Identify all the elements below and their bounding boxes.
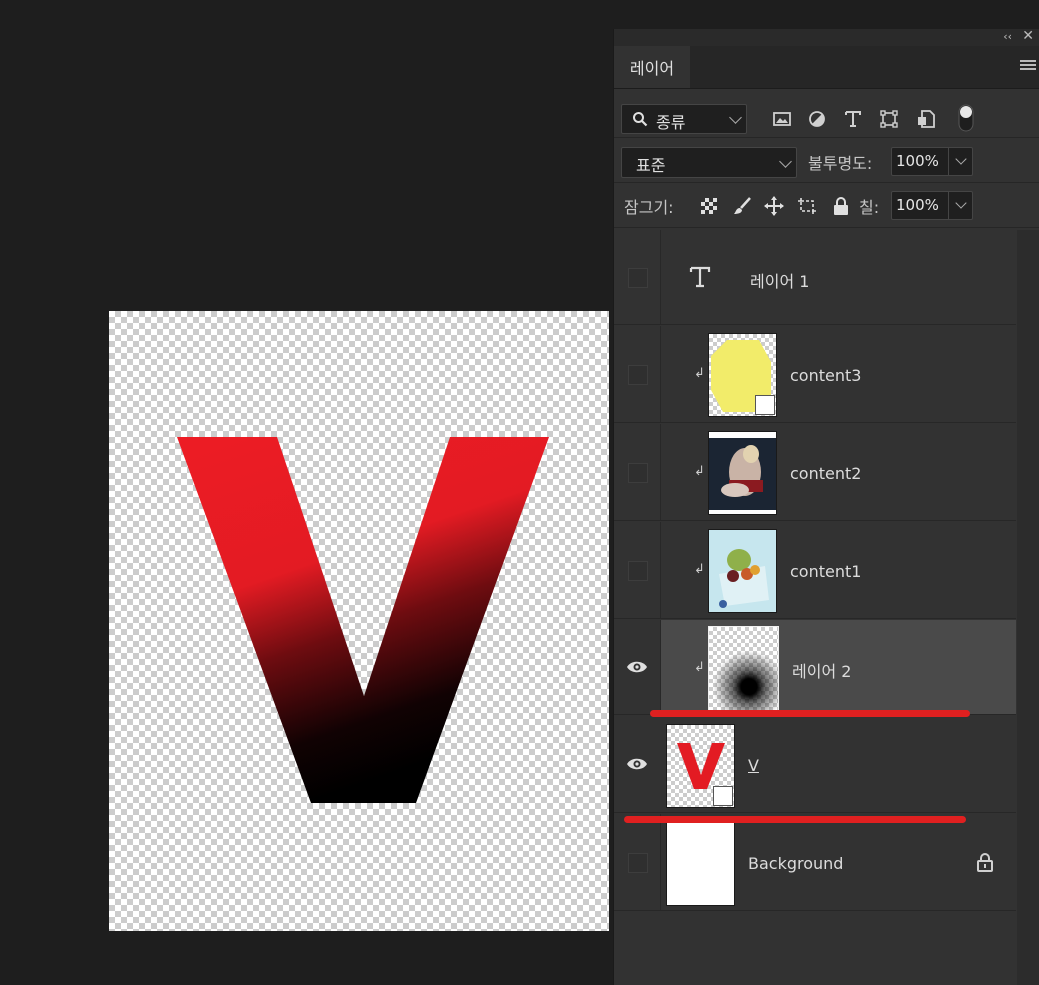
fill-label: 칠:	[859, 198, 880, 217]
eye-icon	[627, 661, 647, 673]
layer-row-layer2[interactable]: ↲ 레이어 2	[614, 620, 1016, 715]
layer-row-content3[interactable]: ↲ content3	[614, 326, 1016, 423]
layer-thumbnail	[708, 333, 777, 417]
layer-name: V	[748, 756, 759, 775]
chevron-down-icon[interactable]	[955, 197, 967, 209]
layer-name: 레이어 1	[750, 272, 810, 291]
panel-tab-bar: 레이어	[614, 46, 1039, 89]
fill-value: 100%	[896, 196, 939, 214]
smart-object-filter-icon[interactable]	[915, 108, 937, 130]
chevron-down-icon	[729, 111, 742, 124]
lock-image-pixels-icon[interactable]	[731, 195, 753, 217]
layers-list: 레이어 1 ↲ content3 ↲ content2 ↲ content1 ↲…	[614, 230, 1016, 916]
blend-mode-value: 표준	[636, 156, 666, 175]
layer-name: content2	[790, 464, 862, 483]
opacity-value: 100%	[896, 152, 939, 170]
visibility-toggle[interactable]	[614, 620, 661, 714]
layers-panel: ‹‹ ✕ 레이어 종류 표준 불투명도: 100% 잠그기: 칠: 100% 레…	[613, 28, 1039, 985]
layer-row-v[interactable]: V	[614, 716, 1016, 813]
clipping-mask-icon: ↲	[694, 660, 705, 675]
adjustment-filter-icon[interactable]	[806, 108, 828, 130]
lock-label: 잠그기:	[624, 198, 674, 217]
layer-thumbnail	[708, 529, 777, 613]
layer-thumbnail	[708, 431, 777, 515]
annotation-underline	[624, 816, 966, 823]
visibility-toggle[interactable]	[614, 326, 661, 422]
layer-thumbnail	[666, 822, 735, 906]
lock-all-icon[interactable]	[830, 195, 852, 217]
layer-thumbnail	[666, 724, 735, 808]
filter-row: 종류	[614, 90, 1039, 138]
type-filter-icon[interactable]	[842, 108, 864, 130]
lock-fill-row: 잠그기: 칠: 100%	[614, 184, 1039, 228]
filter-kind-value: 종류	[656, 113, 686, 132]
fill-input[interactable]: 100%	[891, 191, 973, 220]
layers-scrollbar[interactable]	[1017, 230, 1039, 985]
blend-opacity-row: 표준 불투명도: 100%	[614, 139, 1039, 183]
lock-position-icon[interactable]	[763, 195, 785, 217]
search-icon	[633, 112, 648, 127]
layer-row-background[interactable]: Background	[614, 814, 1016, 911]
layer-name: content3	[790, 366, 862, 385]
panel-menu-icon[interactable]	[1020, 60, 1036, 72]
opacity-input[interactable]: 100%	[891, 147, 973, 176]
lock-icon[interactable]	[976, 852, 994, 872]
visibility-toggle[interactable]	[614, 716, 660, 812]
filter-toggle-icon[interactable]	[957, 103, 975, 133]
visibility-toggle[interactable]	[614, 230, 661, 324]
filter-kind-dropdown[interactable]: 종류	[621, 104, 747, 134]
visibility-toggle[interactable]	[614, 814, 661, 910]
smart-object-badge-icon	[713, 786, 733, 806]
lock-artboard-icon[interactable]	[796, 195, 818, 217]
layer-row-text[interactable]: 레이어 1	[614, 230, 1016, 325]
layer-row-content2[interactable]: ↲ content2	[614, 424, 1016, 521]
tab-layers-label: 레이어	[629, 59, 675, 78]
clipping-mask-icon: ↲	[694, 464, 705, 479]
close-panel-icon[interactable]: ✕	[1022, 28, 1034, 44]
collapse-panel-icon[interactable]: ‹‹	[1003, 30, 1012, 43]
image-filter-icon[interactable]	[771, 108, 793, 130]
opacity-label: 불투명도:	[808, 154, 873, 173]
visibility-toggle[interactable]	[614, 424, 661, 520]
annotation-underline	[650, 710, 970, 717]
eye-icon	[627, 758, 647, 770]
smart-object-badge-icon	[755, 395, 775, 415]
blend-mode-dropdown[interactable]: 표준	[621, 147, 797, 178]
visibility-toggle[interactable]	[614, 522, 661, 618]
document-canvas[interactable]	[109, 311, 609, 931]
lock-transparent-pixels-icon[interactable]	[698, 195, 720, 217]
layer-name: 레이어 2	[792, 662, 852, 681]
chevron-down-icon[interactable]	[955, 153, 967, 165]
clipping-mask-icon: ↲	[694, 366, 705, 381]
layer-name: Background	[748, 854, 844, 873]
layer-name: content1	[790, 562, 862, 581]
shape-filter-icon[interactable]	[878, 108, 900, 130]
v-artwork	[177, 437, 549, 803]
layer-thumbnail	[708, 626, 779, 711]
chevron-down-icon	[779, 154, 792, 168]
text-layer-icon	[689, 266, 711, 288]
layer-row-content1[interactable]: ↲ content1	[614, 522, 1016, 619]
panel-title-strip: ‹‹ ✕	[614, 28, 1039, 46]
tab-layers[interactable]: 레이어	[614, 46, 690, 88]
clipping-mask-icon: ↲	[694, 562, 705, 577]
